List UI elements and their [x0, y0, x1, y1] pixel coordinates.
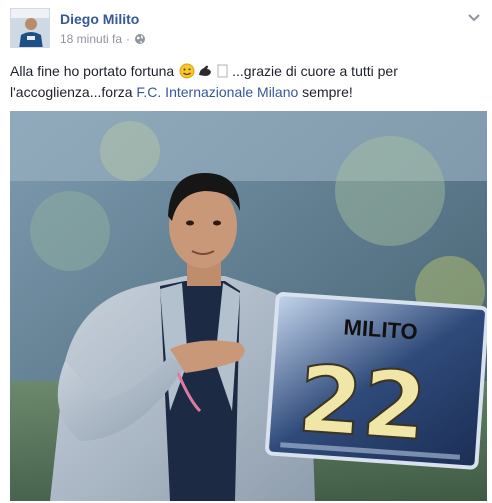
author-name[interactable]: Diego Milito	[60, 11, 139, 27]
avatar-image	[11, 9, 49, 47]
author-avatar[interactable]	[10, 8, 50, 48]
post-meta: 18 minuti fa ·	[60, 32, 146, 46]
missing-glyph-icon	[217, 64, 228, 78]
post-text: Alla fine ho portato fortuna ...grazie d…	[10, 61, 480, 103]
post-text-part1: Alla fine ho portato fortuna	[10, 63, 175, 79]
smile-emoji-icon	[179, 63, 195, 79]
post-photo[interactable]: MILITO 22	[10, 111, 487, 501]
plaque-number-label: 22	[295, 345, 430, 461]
globe-icon[interactable]	[134, 33, 146, 45]
post-text-part3: sempre!	[302, 84, 353, 100]
facebook-post: Diego Milito 18 minuti fa · Alla fine ho…	[0, 0, 492, 503]
plaque-name-label: MILITO	[343, 314, 419, 344]
flexed-biceps-icon	[199, 65, 212, 76]
meta-separator: ·	[126, 32, 131, 46]
chevron-down-icon[interactable]	[468, 14, 480, 22]
post-timestamp[interactable]: 18 minuti fa	[60, 32, 122, 46]
photo-image: MILITO 22	[10, 111, 487, 501]
page-link[interactable]: F.C. Internazionale Milano	[136, 84, 298, 100]
